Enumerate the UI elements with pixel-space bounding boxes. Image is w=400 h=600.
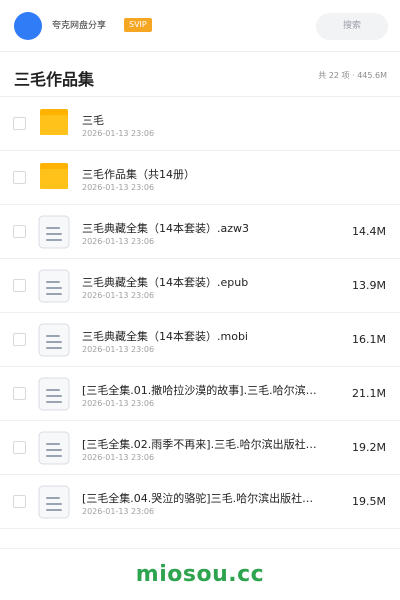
item-size: 19.5M (352, 495, 386, 508)
item-name[interactable]: [三毛全集.01.撒哈拉沙漠的故事].三毛.哈尔滨… (82, 382, 317, 398)
list-item[interactable]: [三毛全集.02.雨季不再来].三毛.哈尔滨出版社… 2026-01-13 23:… (0, 421, 400, 475)
document-icon (38, 377, 70, 411)
list-item[interactable]: [三毛全集.01.撒哈拉沙漠的故事].三毛.哈尔滨… 2026-01-13 23:… (0, 367, 400, 421)
avatar[interactable] (14, 12, 42, 40)
document-icon (38, 485, 70, 519)
item-date: 2026-01-13 23:06 (82, 129, 155, 138)
item-size: 19.2M (352, 441, 386, 454)
search-button[interactable]: 搜索 (316, 13, 388, 40)
top-bar: 夸克网盘分享 SVIP 搜索 (0, 0, 400, 52)
item-size: 13.9M (352, 279, 386, 292)
document-icon (38, 431, 70, 465)
list-item[interactable]: 三毛作品集（共14册） 2026-01-13 23:06 (0, 151, 400, 205)
item-name[interactable]: 三毛典藏全集（14本套装）.mobi (82, 328, 248, 344)
select-checkbox[interactable] (13, 495, 26, 508)
list-item[interactable]: 三毛典藏全集（14本套装）.mobi 2026-01-13 23:06 16.1M (0, 313, 400, 367)
document-icon (38, 269, 70, 303)
brand-label: 夸克网盘分享 (52, 21, 107, 31)
document-icon (38, 215, 70, 249)
item-name[interactable]: 三毛作品集（共14册） (82, 166, 195, 182)
select-checkbox[interactable] (13, 387, 26, 400)
item-name[interactable]: [三毛全集.02.雨季不再来].三毛.哈尔滨出版社… (82, 436, 317, 452)
folder-header: 三毛作品集 共 22 项 · 445.6M (0, 53, 400, 97)
item-date: 2026-01-13 23:06 (82, 237, 155, 246)
item-date: 2026-01-13 23:06 (82, 507, 155, 516)
item-date: 2026-01-13 23:06 (82, 399, 155, 408)
select-checkbox[interactable] (13, 279, 26, 292)
list-item[interactable]: [三毛全集.04.哭泣的骆驼]三毛.哈尔滨出版社… 2026-01-13 23:0… (0, 475, 400, 529)
item-name[interactable]: 三毛典藏全集（14本套装）.epub (82, 274, 248, 290)
item-size: 16.1M (352, 333, 386, 346)
page-title: 三毛作品集 (14, 70, 95, 89)
select-checkbox[interactable] (13, 225, 26, 238)
select-checkbox[interactable] (13, 171, 26, 184)
site-watermark: miosou.cc (135, 562, 265, 587)
item-date: 2026-01-13 23:06 (82, 291, 155, 300)
item-name[interactable]: 三毛 (82, 112, 104, 128)
list-item[interactable]: 三毛典藏全集（14本套装）.epub 2026-01-13 23:06 13.9M (0, 259, 400, 313)
select-checkbox[interactable] (13, 441, 26, 454)
item-date: 2026-01-13 23:06 (82, 183, 155, 192)
list-item[interactable]: 三毛典藏全集（14本套装）.azw3 2026-01-13 23:06 14.4M (0, 205, 400, 259)
document-icon (38, 323, 70, 357)
item-name[interactable]: [三毛全集.04.哭泣的骆驼]三毛.哈尔滨出版社… (82, 490, 313, 506)
item-size: 14.4M (352, 225, 386, 238)
item-name[interactable]: 三毛典藏全集（14本套装）.azw3 (82, 220, 249, 236)
item-date: 2026-01-13 23:06 (82, 453, 155, 462)
item-summary: 共 22 项 · 445.6M (318, 71, 387, 80)
file-list: 三毛 2026-01-13 23:06 三毛作品集（共14册） 2026-01-13 … (0, 97, 400, 529)
svip-badge: SVIP (124, 18, 152, 32)
folder-icon (38, 107, 70, 141)
folder-icon (38, 161, 70, 195)
list-item[interactable]: 三毛 2026-01-13 23:06 (0, 97, 400, 151)
item-date: 2026-01-13 23:06 (82, 345, 155, 354)
select-checkbox[interactable] (13, 333, 26, 346)
item-size: 21.1M (352, 387, 386, 400)
select-checkbox[interactable] (13, 117, 26, 130)
